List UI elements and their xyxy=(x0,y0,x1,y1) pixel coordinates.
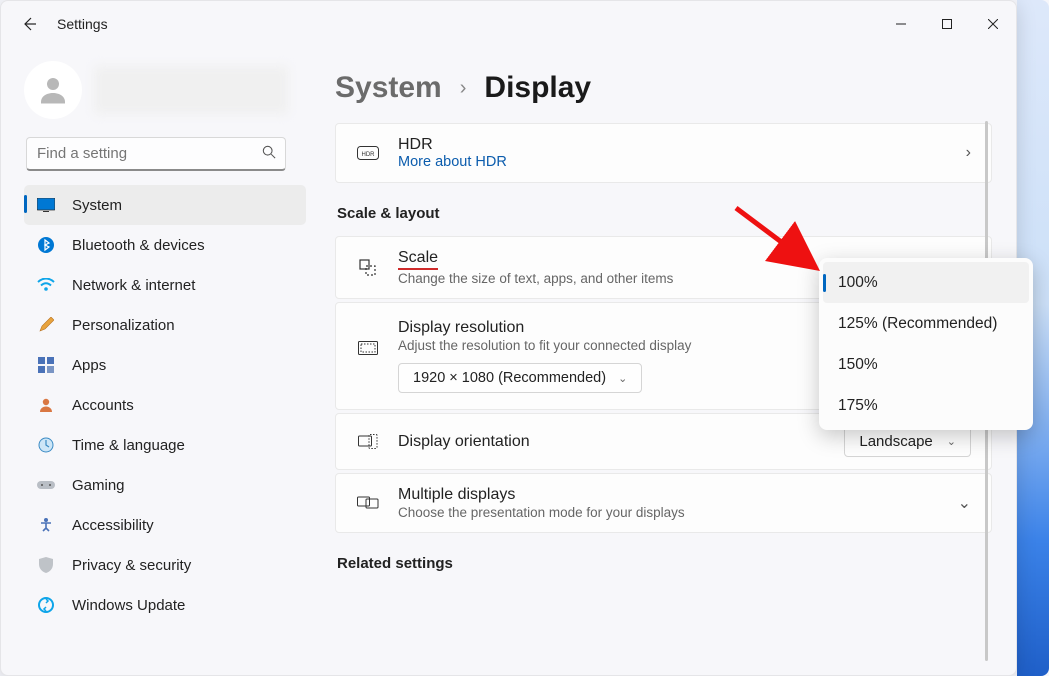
sidebar-item-accessibility[interactable]: Accessibility xyxy=(24,505,306,545)
chevron-down-icon: ⌄ xyxy=(947,435,956,448)
multiple-displays-card[interactable]: Multiple displays Choose the presentatio… xyxy=(335,473,992,533)
accessibility-icon xyxy=(36,517,56,533)
breadcrumb-current: Display xyxy=(484,71,591,105)
orientation-dropdown[interactable]: Landscape ⌄ xyxy=(844,426,971,457)
nav-label: Bluetooth & devices xyxy=(72,237,205,254)
minimize-button[interactable] xyxy=(878,7,924,41)
nav-label: Privacy & security xyxy=(72,557,191,574)
profile-section[interactable] xyxy=(6,61,306,131)
resolution-value: 1920 × 1080 (Recommended) xyxy=(413,370,606,386)
resolution-dropdown[interactable]: 1920 × 1080 (Recommended) ⌄ xyxy=(398,363,642,393)
update-icon xyxy=(36,597,56,613)
hdr-icon: HDR xyxy=(356,146,380,160)
sidebar-item-bluetooth[interactable]: Bluetooth & devices xyxy=(24,225,306,265)
breadcrumb-parent[interactable]: System xyxy=(335,71,442,105)
nav-label: Network & internet xyxy=(72,277,195,294)
apps-icon xyxy=(36,357,56,373)
nav-label: Personalization xyxy=(72,317,175,334)
sidebar: System Bluetooth & devices Network & int… xyxy=(1,47,311,675)
hdr-title: HDR xyxy=(398,136,948,154)
chevron-down-icon: ⌄ xyxy=(958,493,971,513)
orientation-value: Landscape xyxy=(859,433,932,450)
related-settings-heading: Related settings xyxy=(337,555,992,572)
hdr-link[interactable]: More about HDR xyxy=(398,154,948,170)
orientation-icon xyxy=(356,434,380,450)
nav-label: Accounts xyxy=(72,397,134,414)
breadcrumb: System › Display xyxy=(335,71,992,105)
gamepad-icon xyxy=(36,479,56,491)
multiple-desc: Choose the presentation mode for your di… xyxy=(398,505,940,520)
sidebar-item-accounts[interactable]: Accounts xyxy=(24,385,306,425)
sidebar-item-gaming[interactable]: Gaming xyxy=(24,465,306,505)
nav-label: Apps xyxy=(72,357,106,374)
orientation-title: Display orientation xyxy=(398,433,826,451)
clock-globe-icon xyxy=(36,437,56,453)
scale-dropdown-menu: 100% 125% (Recommended) 150% 175% xyxy=(819,258,1033,430)
scale-option-175[interactable]: 175% xyxy=(823,385,1029,426)
sidebar-item-network[interactable]: Network & internet xyxy=(24,265,306,305)
search-icon xyxy=(262,145,276,162)
nav-label: Accessibility xyxy=(72,517,154,534)
scale-option-100[interactable]: 100% xyxy=(823,262,1029,303)
wifi-icon xyxy=(36,278,56,292)
scale-option-125[interactable]: 125% (Recommended) xyxy=(823,303,1029,344)
chevron-right-icon: › xyxy=(966,144,971,162)
close-button[interactable] xyxy=(970,7,1016,41)
profile-info-redacted xyxy=(94,66,288,114)
chevron-down-icon: ⌄ xyxy=(618,372,627,385)
chevron-right-icon: › xyxy=(460,77,467,100)
nav-list: System Bluetooth & devices Network & int… xyxy=(6,185,306,625)
back-icon[interactable] xyxy=(15,10,43,38)
svg-text:HDR: HDR xyxy=(362,152,376,158)
sidebar-item-personalization[interactable]: Personalization xyxy=(24,305,306,345)
displays-icon xyxy=(356,495,380,511)
person-icon xyxy=(36,397,56,413)
sidebar-item-time-language[interactable]: Time & language xyxy=(24,425,306,465)
brush-icon xyxy=(36,317,56,333)
nav-label: Windows Update xyxy=(72,597,185,614)
maximize-button[interactable] xyxy=(924,7,970,41)
search-input[interactable] xyxy=(26,137,286,171)
sidebar-item-privacy[interactable]: Privacy & security xyxy=(24,545,306,585)
search-box[interactable] xyxy=(26,137,286,171)
scale-option-150[interactable]: 150% xyxy=(823,344,1029,385)
nav-label: Time & language xyxy=(72,437,185,454)
window-controls xyxy=(878,7,1016,41)
avatar xyxy=(24,61,82,119)
nav-label: Gaming xyxy=(72,477,125,494)
system-icon xyxy=(36,198,56,212)
multiple-title: Multiple displays xyxy=(398,486,940,504)
sidebar-item-system[interactable]: System xyxy=(24,185,306,225)
sidebar-item-windows-update[interactable]: Windows Update xyxy=(24,585,306,625)
window-title: Settings xyxy=(57,16,108,32)
sidebar-item-apps[interactable]: Apps xyxy=(24,345,306,385)
hdr-card[interactable]: HDR HDR More about HDR › xyxy=(335,123,992,183)
resolution-icon xyxy=(356,341,380,357)
bluetooth-icon xyxy=(36,237,56,253)
nav-label: System xyxy=(72,197,122,214)
scale-icon xyxy=(356,258,380,278)
scale-layout-heading: Scale & layout xyxy=(337,205,992,222)
shield-icon xyxy=(36,557,56,573)
titlebar: Settings xyxy=(1,1,1016,47)
